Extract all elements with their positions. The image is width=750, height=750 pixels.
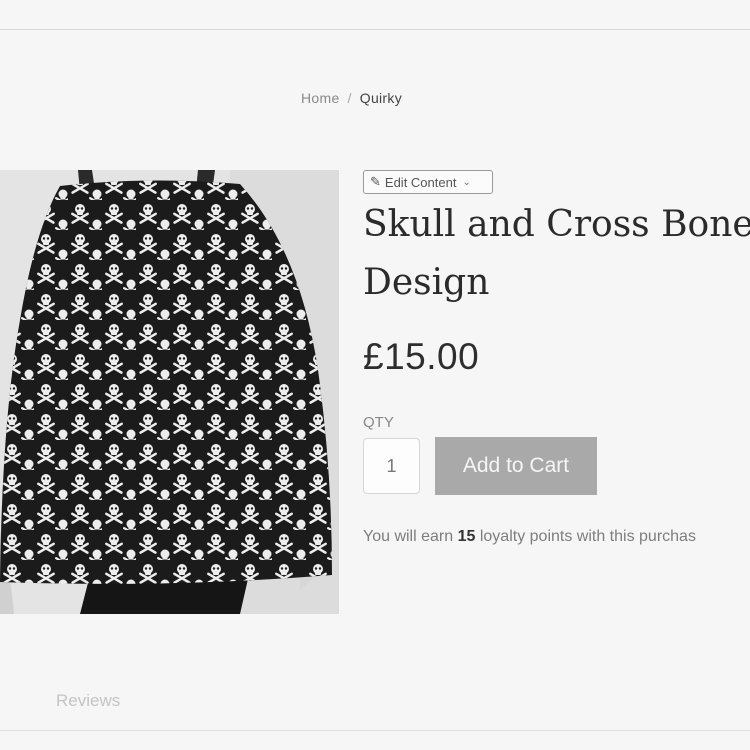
chevron-down-icon: ⌄ (462, 176, 471, 188)
loyalty-points: 15 (457, 528, 476, 545)
product-price: £15.00 (363, 336, 480, 377)
pencil-icon: ✎ (370, 174, 381, 189)
edit-content-button[interactable]: ✎ Edit Content ⌄ (363, 170, 493, 194)
loyalty-suffix: loyalty points with this purchas (479, 528, 696, 545)
breadcrumb: Home / Quirky (301, 90, 402, 106)
product-title-line-2: Design (363, 262, 490, 303)
breadcrumb-home-link[interactable]: Home (301, 90, 340, 106)
header-divider (0, 29, 750, 30)
breadcrumb-separator: / (347, 90, 352, 106)
quantity-input[interactable] (363, 438, 420, 494)
product-image[interactable] (0, 170, 339, 614)
tab-reviews[interactable]: Reviews (56, 691, 120, 711)
add-to-cart-button[interactable]: Add to Cart (435, 437, 597, 495)
loyalty-prefix: You will earn (363, 528, 454, 545)
footer-divider (0, 730, 750, 731)
product-title: Skull and Cross Bones Design (363, 196, 750, 312)
edit-content-label: Edit Content (384, 174, 457, 190)
qty-label: QTY (363, 414, 394, 431)
breadcrumb-current[interactable]: Quirky (360, 90, 402, 106)
product-title-line-1: Skull and Cross Bones (363, 204, 750, 245)
loyalty-message: You will earn 15 loyalty points with thi… (363, 528, 696, 546)
